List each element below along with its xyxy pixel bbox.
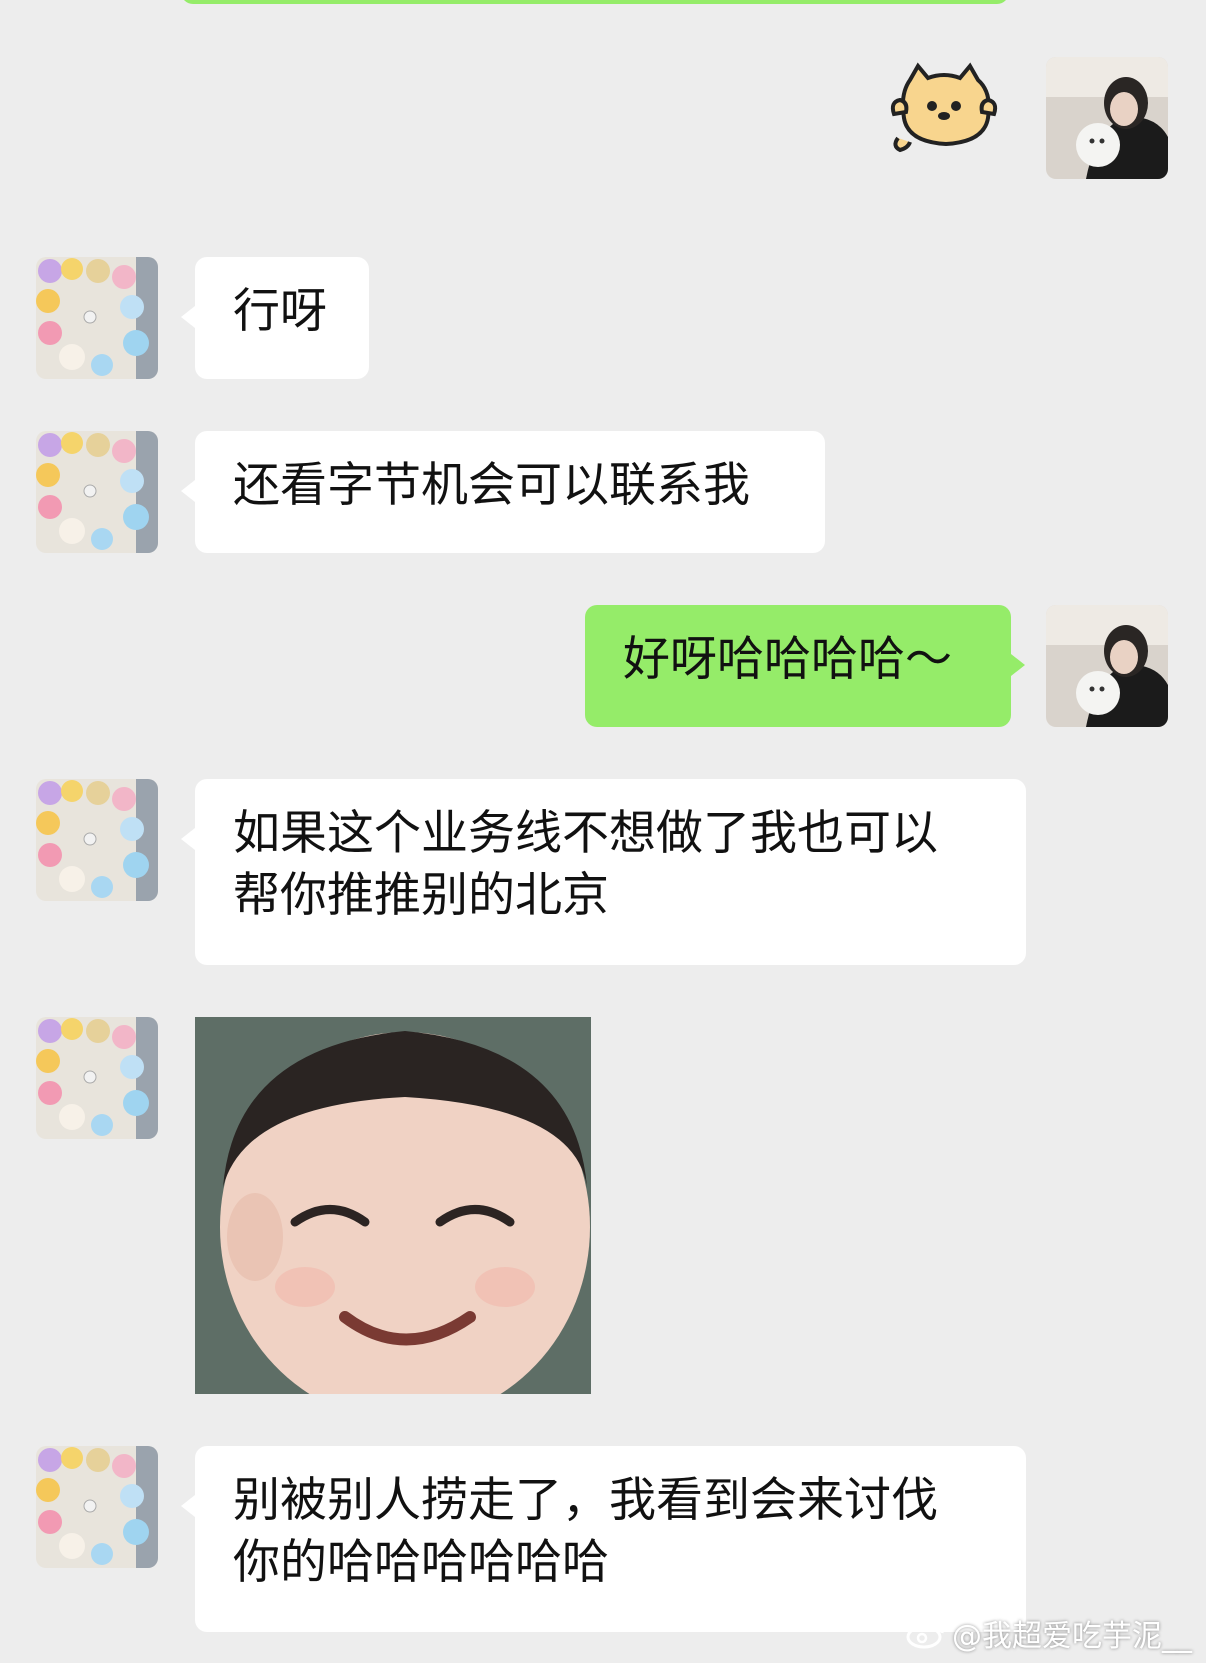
watermark-text: @我超爱吃芋泥__ (952, 1619, 1192, 1654)
weibo-icon (906, 1617, 946, 1649)
bubble-tail (1011, 654, 1025, 676)
message-bubble[interactable]: 如果这个业务线不想做了我也可以 帮你推推别的北京 (195, 779, 1026, 965)
message-line: 别被别人捞走了，我看到会来讨伐 (233, 1473, 938, 1528)
message-line: 你的哈哈哈哈哈哈 (233, 1535, 609, 1590)
image-message-smiling-baby[interactable] (195, 1017, 591, 1394)
message-text: 好呀哈哈哈哈～ (623, 632, 952, 687)
outgoing-bubble-partial (181, 0, 1009, 4)
message-text: 别被别人捞走了，我看到会来讨伐 你的哈哈哈哈哈哈 (233, 1470, 996, 1594)
contact-avatar[interactable] (36, 779, 158, 901)
watermark: @我超爱吃芋泥__ (906, 1611, 1192, 1655)
bubble-tail (181, 306, 195, 328)
message-line: 帮你推推别的北京 (233, 868, 609, 923)
contact-avatar[interactable] (36, 431, 158, 553)
message-line: 如果这个业务线不想做了我也可以 (233, 806, 938, 861)
message-bubble[interactable]: 行呀 (195, 257, 369, 379)
message-bubble[interactable]: 还看字节机会可以联系我 (195, 431, 825, 553)
contact-avatar[interactable] (36, 257, 158, 379)
contact-avatar[interactable] (36, 1017, 158, 1139)
bubble-tail (181, 828, 195, 850)
my-avatar[interactable] (1046, 605, 1168, 727)
message-text: 还看字节机会可以联系我 (233, 458, 750, 513)
cat-sticker-icon[interactable] (888, 62, 1000, 154)
my-avatar[interactable] (1046, 57, 1168, 179)
bubble-tail (181, 480, 195, 502)
contact-avatar[interactable] (36, 1446, 158, 1568)
message-bubble[interactable]: 别被别人捞走了，我看到会来讨伐 你的哈哈哈哈哈哈 (195, 1446, 1026, 1632)
bubble-tail (181, 1495, 195, 1517)
message-text: 行呀 (233, 284, 327, 339)
message-bubble[interactable]: 好呀哈哈哈哈～ (585, 605, 1011, 727)
message-text: 如果这个业务线不想做了我也可以 帮你推推别的北京 (233, 803, 996, 927)
